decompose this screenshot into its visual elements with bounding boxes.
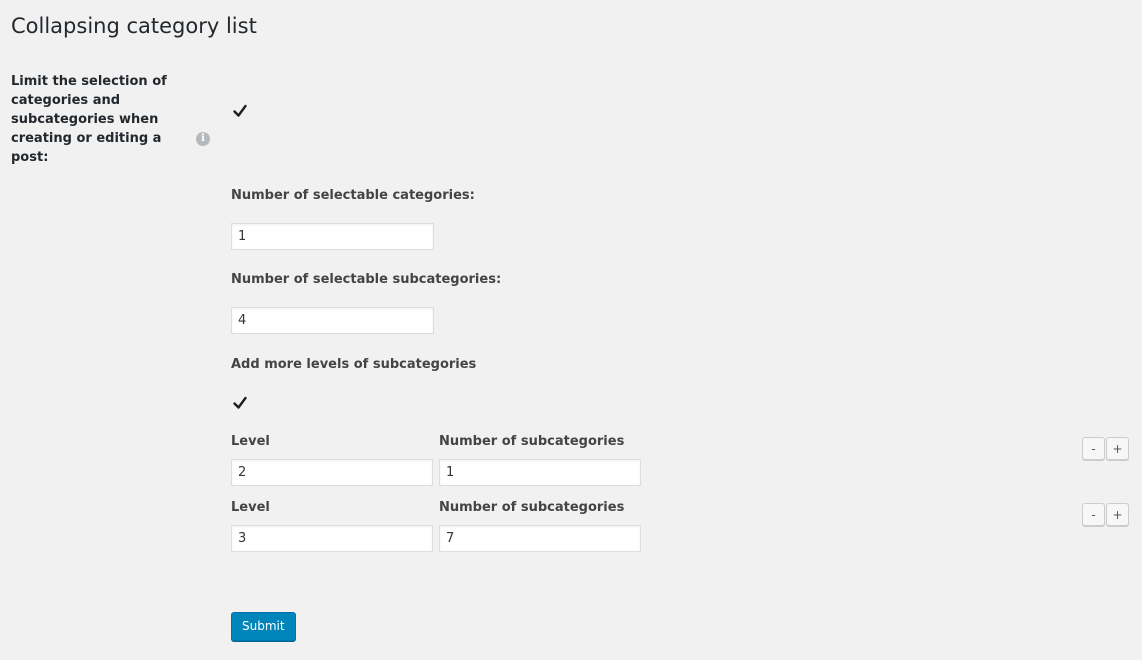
add-level-button[interactable]: + [1106, 437, 1129, 460]
page-title: Collapsing category list [11, 14, 257, 38]
submit-button[interactable]: Submit [231, 612, 296, 641]
subcategory-count-label: Number of subcategories [439, 500, 625, 515]
limit-selection-checkbox[interactable] [232, 103, 248, 119]
more-levels-checkbox[interactable] [232, 395, 248, 411]
subcategories-label: Number of selectable subcategories: [231, 272, 502, 287]
remove-level-button[interactable]: - [1082, 503, 1105, 526]
level-input[interactable] [231, 459, 433, 486]
remove-level-button[interactable]: - [1082, 437, 1105, 460]
categories-input[interactable] [231, 223, 434, 250]
checkmark-icon [233, 396, 247, 409]
more-levels-label: Add more levels of subcategories [231, 357, 477, 372]
limit-selection-label: Limit the selection of categories and su… [11, 74, 167, 165]
add-level-button[interactable]: + [1106, 503, 1129, 526]
level-input[interactable] [231, 525, 433, 552]
level-label: Level [231, 434, 270, 449]
subcategory-count-label: Number of subcategories [439, 434, 625, 449]
checkmark-icon [233, 104, 247, 117]
subcategory-count-input[interactable] [439, 525, 641, 552]
info-icon[interactable]: i [196, 132, 210, 146]
subcategory-count-input[interactable] [439, 459, 641, 486]
categories-label: Number of selectable categories: [231, 188, 475, 203]
level-label: Level [231, 500, 270, 515]
subcategories-input[interactable] [231, 307, 434, 334]
